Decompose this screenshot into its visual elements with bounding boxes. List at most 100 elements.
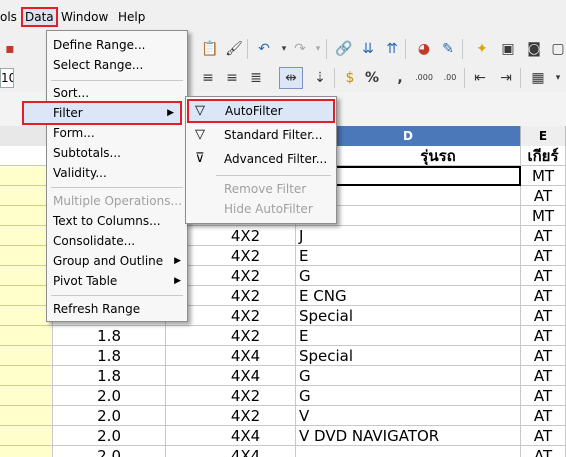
cell-gear[interactable]: MT [521, 206, 566, 226]
menu-data[interactable]: Data [21, 7, 58, 27]
thousands-separator-icon[interactable]: , [390, 68, 410, 88]
cell-engine-size[interactable]: 2.0 [53, 446, 166, 457]
align-bottom-icon[interactable]: ⇣ [310, 68, 330, 88]
cell-gear[interactable]: AT [521, 286, 566, 306]
help-icon[interactable]: ▢ [548, 39, 566, 59]
cell-model[interactable]: G [296, 266, 521, 286]
cell-engine-size[interactable]: 2.0 [53, 386, 166, 406]
cell-engine-size[interactable]: 1.8 [53, 346, 166, 366]
menu-tools[interactable]: ols [0, 10, 17, 24]
cell-gear[interactable]: AT [521, 406, 566, 426]
cell-model[interactable]: G [296, 366, 521, 386]
navigator-icon[interactable]: ▣ [498, 39, 518, 59]
cell-gear[interactable]: AT [521, 366, 566, 386]
borders-dropdown-icon[interactable]: ▾ [548, 68, 566, 88]
menu-item-group-and-outline[interactable]: Group and Outline ▶ [53, 251, 183, 271]
menu-item-pivot-table[interactable]: Pivot Table ▶ [53, 271, 183, 291]
cell-model[interactable]: E CNG [296, 286, 521, 306]
menu-item-sort[interactable]: Sort... [53, 83, 89, 103]
justify-icon[interactable]: ≣ [246, 68, 266, 88]
sort-descending-icon[interactable]: ⇈ [382, 39, 402, 59]
pdf-icon[interactable]: ▪ [0, 39, 20, 59]
cell-gear[interactable]: AT [521, 266, 566, 286]
menu-item-subtotals[interactable]: Subtotals... [53, 143, 121, 163]
menu-item-select-range[interactable]: Select Range... [53, 55, 143, 75]
menu-item-consolidate[interactable]: Consolidate... [53, 231, 135, 251]
cell-gear[interactable]: MT [521, 166, 566, 186]
menu-window[interactable]: Window [61, 10, 108, 24]
clone-formatting-icon[interactable]: 🖌 [224, 39, 244, 59]
cell-drive-type[interactable]: 4X2 [166, 406, 296, 426]
cell-gear[interactable]: AT [521, 306, 566, 326]
cell-drive-type[interactable]: 4X4 [166, 346, 296, 366]
cell-engine-size[interactable]: 2.0 [53, 426, 166, 446]
data-sources-icon[interactable]: ◙ [524, 39, 544, 59]
sort-ascending-icon[interactable]: ⇊ [358, 39, 378, 59]
font-size-field[interactable]: 10 [0, 68, 14, 88]
cell-engine-size[interactable]: 2.0 [53, 406, 166, 426]
menu-item-form[interactable]: Form... [53, 123, 95, 143]
cell-gear[interactable]: AT [521, 326, 566, 346]
redo-icon[interactable]: ↷ [290, 39, 310, 59]
add-decimal-icon[interactable]: .000 [414, 68, 434, 88]
submenu-item-remove-filter[interactable]: Remove Filter [224, 179, 306, 199]
decrease-indent-icon[interactable]: ⇤ [470, 68, 490, 88]
hyperlink-icon[interactable]: 🔗 [334, 39, 354, 59]
cell-model[interactable]: V DVD NAVIGATOR [296, 426, 521, 446]
cell-model[interactable]: E [296, 246, 521, 266]
cell-a[interactable] [0, 446, 53, 457]
menu-item-validity[interactable]: Validity... [53, 163, 107, 183]
cell-gear[interactable]: AT [521, 446, 566, 457]
increase-indent-icon[interactable]: ⇥ [496, 68, 516, 88]
merge-cells-icon[interactable]: ⇹ [279, 67, 303, 89]
cell-gear[interactable]: AT [521, 246, 566, 266]
cell-gear[interactable]: AT [521, 426, 566, 446]
menu-item-text-to-columns[interactable]: Text to Columns... [53, 211, 161, 231]
cell-drive-type[interactable]: 4X4 [166, 446, 296, 457]
cell-gear[interactable]: AT [521, 346, 566, 366]
cell-a[interactable] [0, 406, 53, 426]
menu-item-multiple-operations[interactable]: Multiple Operations... [53, 191, 182, 211]
percent-icon[interactable]: % [362, 68, 382, 88]
delete-decimal-icon[interactable]: .00 [440, 68, 460, 88]
cell-a[interactable] [0, 426, 53, 446]
cell-drive-type[interactable]: 4X4 [166, 366, 296, 386]
align-center-icon[interactable]: ≡ [198, 68, 218, 88]
paste-icon[interactable]: 📋 [200, 39, 220, 59]
submenu-item-standard-filter[interactable]: ▽ Standard Filter... [187, 125, 335, 145]
submenu-item-hide-autofilter[interactable]: Hide AutoFilter [224, 199, 313, 219]
menu-item-define-range[interactable]: Define Range... [53, 35, 145, 55]
cell-a[interactable] [0, 386, 53, 406]
redo-dropdown-icon[interactable]: ▾ [308, 39, 328, 59]
cell-gear[interactable]: AT [521, 186, 566, 206]
cell-model[interactable]: Special [296, 306, 521, 326]
cell-a[interactable] [0, 366, 53, 386]
cell-model[interactable]: J [296, 226, 521, 246]
draw-functions-icon[interactable]: ✎ [438, 39, 458, 59]
undo-icon[interactable]: ↶ [254, 39, 274, 59]
cell-gear[interactable]: AT [521, 386, 566, 406]
gallery-icon[interactable]: ✦ [472, 39, 492, 59]
submenu-item-advanced-filter[interactable]: ⊽ Advanced Filter... [187, 149, 335, 169]
menu-item-refresh-range[interactable]: Refresh Range [53, 299, 140, 319]
cell-model[interactable]: Special [296, 346, 521, 366]
header-gear[interactable]: เกียร์ [521, 146, 566, 166]
cell-model[interactable]: G [296, 386, 521, 406]
column-header-e[interactable]: E [521, 126, 566, 146]
borders-icon[interactable]: ▦ [528, 68, 548, 88]
cell-engine-size[interactable]: 1.8 [53, 326, 166, 346]
cell-model[interactable] [296, 446, 521, 457]
menu-item-filter[interactable]: Filter ▶ [22, 101, 182, 125]
cell-engine-size[interactable]: 1.8 [53, 366, 166, 386]
cell-drive-type[interactable]: 4X4 [166, 426, 296, 446]
chart-icon[interactable]: ◕ [414, 39, 434, 59]
currency-icon[interactable]: $ [340, 68, 360, 88]
cell-model[interactable]: E [296, 326, 521, 346]
cell-drive-type[interactable]: 4X2 [166, 326, 296, 346]
cell-gear[interactable]: AT [521, 226, 566, 246]
align-right-icon[interactable]: ≡ [222, 68, 242, 88]
cell-model[interactable]: V [296, 406, 521, 426]
submenu-item-autofilter[interactable]: ▽ AutoFilter [187, 99, 335, 123]
menu-help[interactable]: Help [118, 10, 145, 24]
cell-a[interactable] [0, 326, 53, 346]
